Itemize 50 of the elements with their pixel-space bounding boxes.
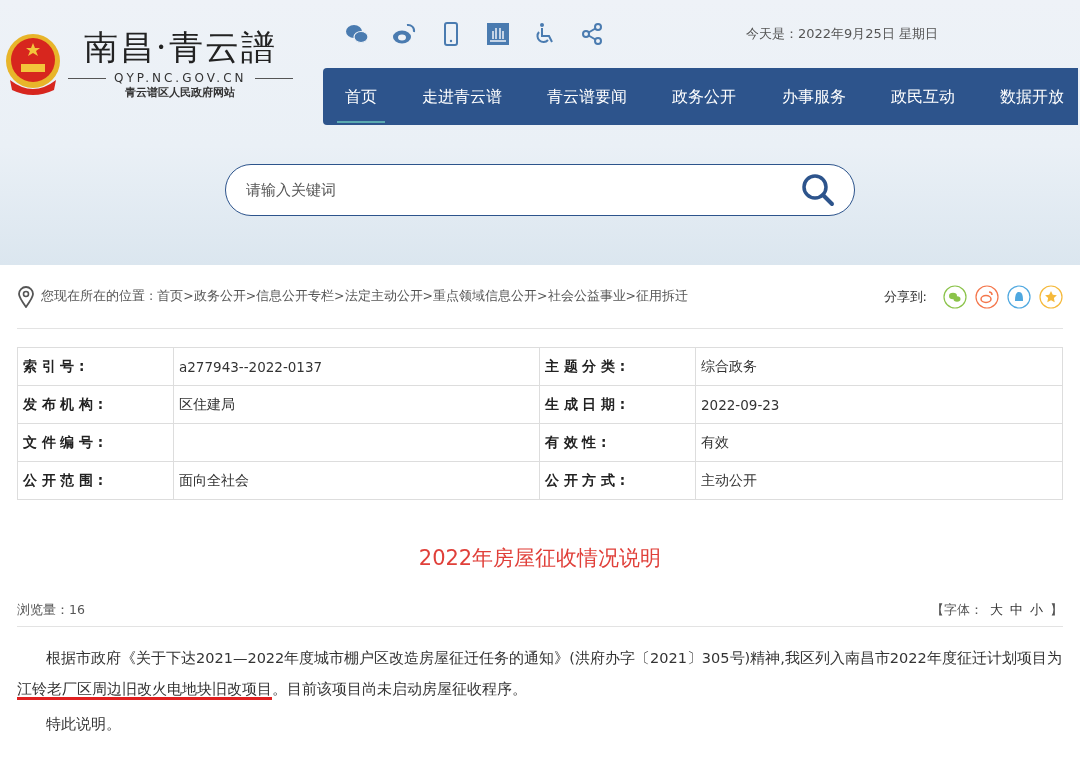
nav-tab[interactable]: 青云谱要闻: [539, 70, 636, 123]
breadcrumb: 您现在所在的位置 : 首页>政务公开>信息公开专栏>法定主动公开>重点领域信息公开>社会公益事业>征用拆迁: [41, 288, 688, 305]
nav-tab[interactable]: 办事服务: [773, 70, 854, 123]
emblem-icon: [4, 31, 62, 98]
date-text: 今天是：2022年9月25日 星期日: [745, 25, 938, 43]
qq-share-icon[interactable]: [1007, 284, 1031, 309]
field-label: 有 效 性 :: [539, 423, 696, 462]
field-value: 综合政务: [695, 347, 1063, 386]
field-label: 索 引 号 :: [17, 347, 174, 386]
field-value: 2022-09-23: [695, 385, 1063, 424]
search-field[interactable]: 请输入关键词: [244, 180, 800, 200]
site-logo-title: 南昌·青云譜: [83, 26, 277, 69]
wechat-share-icon[interactable]: [943, 284, 967, 309]
weibo-icon[interactable]: [392, 22, 416, 46]
location-pin-icon: [17, 285, 35, 308]
field-label: 公 开 范 围 :: [17, 461, 174, 500]
wechat-icon[interactable]: [345, 22, 369, 46]
site-domain: QYP.NC.GOV.CN: [68, 71, 293, 85]
bracket-text: 】: [1050, 602, 1063, 619]
field-value: 有效: [695, 423, 1063, 462]
font-size-option[interactable]: 大: [990, 602, 1003, 619]
font-size-option[interactable]: 中: [1010, 602, 1023, 619]
field-label: 文 件 编 号 :: [17, 423, 174, 462]
field-value: 面向全社会: [173, 461, 540, 500]
search-bar[interactable]: 请输入关键词: [225, 164, 855, 216]
weibo-share-icon[interactable]: [975, 284, 999, 309]
nav-tab[interactable]: 走进青云谱: [414, 70, 511, 123]
view-count: 浏览量：16: [17, 602, 85, 619]
building-icon[interactable]: [486, 22, 510, 46]
star-share-icon[interactable]: [1039, 284, 1063, 309]
article-title: 2022年房屋征收情况说明: [417, 545, 663, 572]
field-value: a277943--2022-0137: [173, 347, 540, 386]
article-paragraph: 特此说明。: [45, 715, 122, 734]
share-icon[interactable]: [580, 22, 604, 46]
field-value: 区住建局: [173, 385, 540, 424]
nav-tab[interactable]: 数据开放: [991, 70, 1072, 123]
field-label: 公 开 方 式 :: [539, 461, 696, 500]
field-value: 主动公开: [695, 461, 1063, 500]
field-label: 主 题 分 类 :: [539, 347, 696, 386]
nav-tab[interactable]: 政务公开: [664, 70, 745, 123]
article-paragraph: 根据市政府《关于下达2021—2022年度城市棚户区改造房屋征迁任务的通知》(洪府办字〔2021〕305号)精神,我区列入南昌市2022年度征迁计划项目为 江铃老厂区周边旧改火电地块旧改项目。目前该项目尚未启动房屋征收程序。: [17, 643, 1063, 705]
font-size-option[interactable]: 小: [1030, 602, 1043, 619]
font-size-label: 【字体：: [931, 602, 983, 619]
search-icon[interactable]: [800, 172, 836, 208]
site-subtitle: 青云谱区人民政府网站: [125, 85, 236, 100]
field-label: 生 成 日 期 :: [539, 385, 696, 424]
nav-tab[interactable]: 政民互动: [882, 70, 963, 123]
share-label: 分享到:: [883, 287, 927, 306]
nav-tab[interactable]: 首页: [337, 70, 385, 123]
field-label: 发 布 机 构 :: [17, 385, 174, 424]
